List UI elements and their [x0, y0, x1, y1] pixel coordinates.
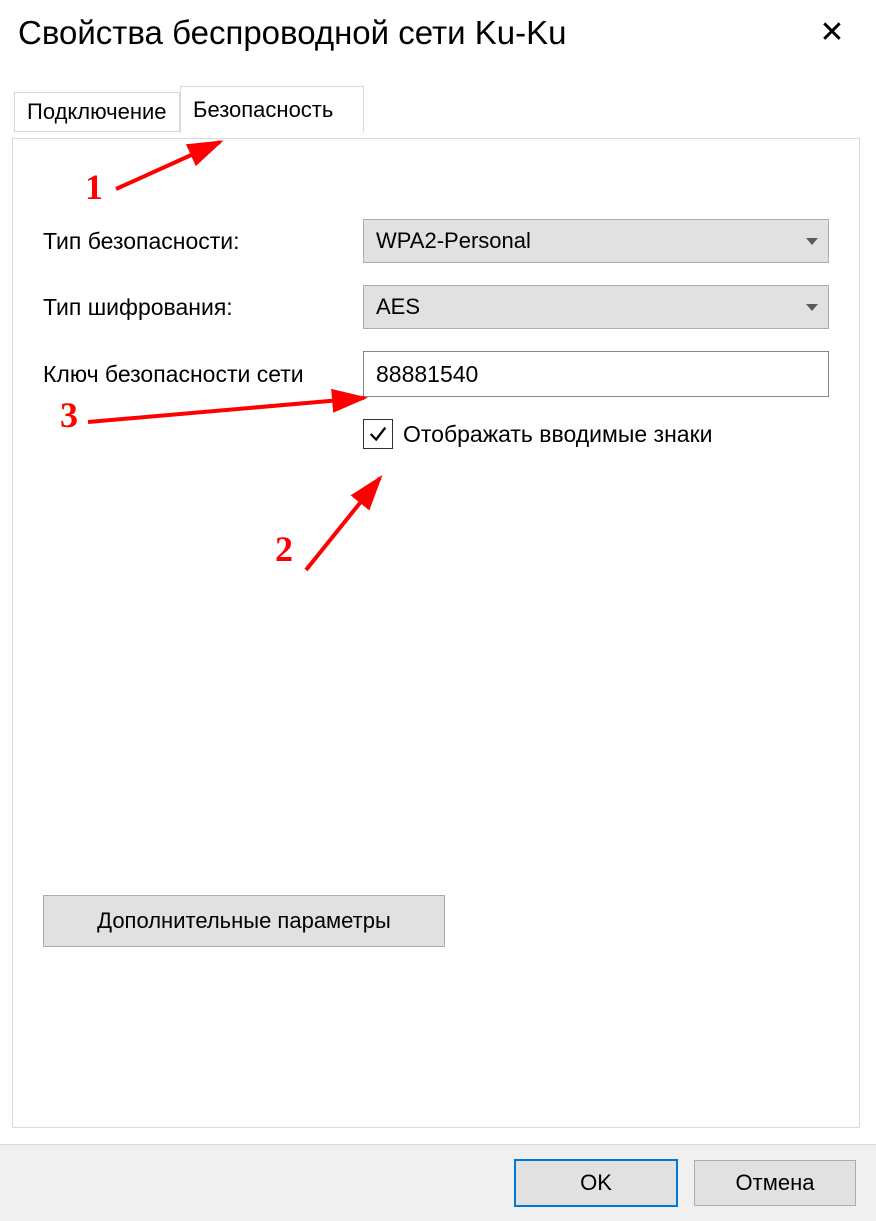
close-icon[interactable]: ✕ [808, 18, 856, 48]
tab-connection-label: Подключение [27, 99, 167, 125]
tab-security[interactable]: Безопасность [180, 86, 364, 133]
dropdown-security-type-value: WPA2-Personal [376, 228, 531, 254]
dropdown-encryption-type[interactable]: AES [363, 285, 829, 329]
cancel-button[interactable]: Отмена [694, 1160, 856, 1206]
annotation-arrow-1 [110, 134, 240, 204]
window-title: Свойства беспроводной сети Ku-Ku [18, 14, 566, 52]
label-show-chars: Отображать вводимые знаки [403, 421, 713, 448]
title-bar: Свойства беспроводной сети Ku-Ku ✕ [0, 0, 876, 70]
ok-button[interactable]: OK [514, 1159, 678, 1207]
annotation-arrow-2 [300, 470, 400, 580]
dropdown-encryption-type-value: AES [376, 294, 420, 320]
tab-panel-security: Тип безопасности: WPA2-Personal Тип шифр… [12, 138, 860, 1128]
dialog-footer: OK Отмена [0, 1144, 876, 1221]
row-show-chars: Отображать вводимые знаки [363, 419, 829, 449]
dropdown-security-type[interactable]: WPA2-Personal [363, 219, 829, 263]
annotation-number-2: 2 [275, 528, 293, 570]
row-network-key: Ключ безопасности сети [43, 351, 829, 397]
tab-security-label: Безопасность [193, 97, 333, 123]
tab-connection[interactable]: Подключение [14, 92, 180, 132]
row-security-type: Тип безопасности: WPA2-Personal [43, 219, 829, 263]
ok-button-label: OK [580, 1170, 612, 1196]
chevron-down-icon [806, 238, 818, 245]
advanced-settings-button[interactable]: Дополнительные параметры [43, 895, 445, 947]
label-encryption-type: Тип шифрования: [43, 294, 363, 321]
cancel-button-label: Отмена [736, 1170, 815, 1196]
label-security-type: Тип безопасности: [43, 228, 363, 255]
annotation-number-1: 1 [85, 166, 103, 208]
label-network-key: Ключ безопасности сети [43, 361, 363, 388]
annotation-number-3: 3 [60, 394, 78, 436]
advanced-settings-label: Дополнительные параметры [97, 908, 391, 934]
chevron-down-icon [806, 304, 818, 311]
tab-strip: Подключение Безопасность [12, 86, 876, 132]
annotation-arrow-3 [82, 392, 382, 442]
input-network-key[interactable] [363, 351, 829, 397]
row-encryption-type: Тип шифрования: AES [43, 285, 829, 329]
